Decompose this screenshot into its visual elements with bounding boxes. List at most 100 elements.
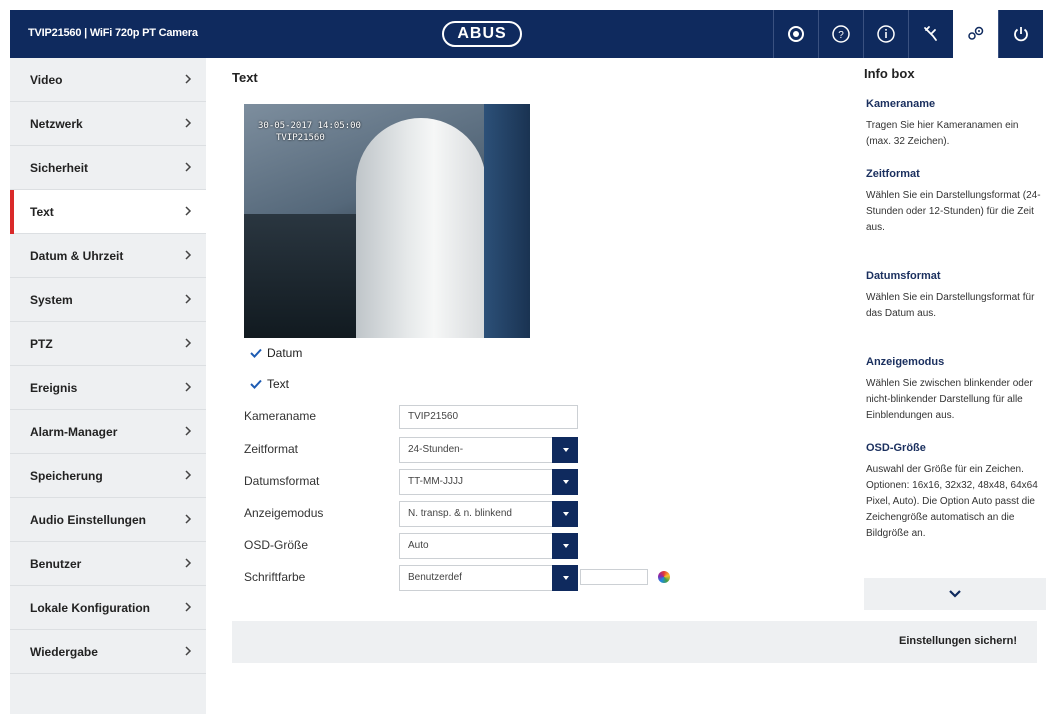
sidebar-item-lokale-konfiguration[interactable]: Lokale Konfiguration	[10, 586, 206, 630]
chevron-right-icon	[185, 294, 192, 304]
sidebar-item-speicherung[interactable]: Speicherung	[10, 454, 206, 498]
datumsformat-select[interactable]: TT-MM-JJJJ	[399, 469, 578, 495]
sidebar-item-audio-einstellungen[interactable]: Audio Einstellungen	[10, 498, 206, 542]
tools-icon[interactable]	[908, 10, 953, 58]
sidebar-item-label: Video	[30, 72, 63, 87]
help-icon[interactable]: ?	[818, 10, 863, 58]
sidebar-item-label: Ereignis	[30, 380, 78, 395]
text-checkbox-label: Text	[267, 377, 290, 391]
info-section-zeitformat: Zeitformat Wählen Sie ein Darstellungsfo…	[866, 168, 1046, 236]
sidebar-item-ereignis[interactable]: Ereignis	[10, 366, 206, 410]
osd-overlay: 30-05-2017 14:05:00 TVIP21560	[258, 120, 361, 144]
checkmark-icon	[250, 348, 262, 358]
sidebar-item-sicherheit[interactable]: Sicherheit	[10, 146, 206, 190]
info-section-heading: Anzeigemodus	[866, 356, 945, 368]
sidebar-item-label: Sicherheit	[30, 160, 89, 175]
save-settings-button[interactable]: Einstellungen sichern!	[899, 635, 1017, 647]
dropdown-arrow-icon[interactable]	[552, 533, 578, 559]
sidebar-item-label: Audio Einstellungen	[30, 512, 146, 527]
info-section-heading: Kameraname	[866, 98, 936, 110]
chevron-down-icon	[949, 590, 961, 598]
settings-gears-icon[interactable]	[953, 10, 998, 58]
sidebar-item-netzwerk[interactable]: Netzwerk	[10, 102, 206, 146]
header-toolbar: ?	[773, 10, 1043, 58]
sidebar-item-video[interactable]: Video	[10, 58, 206, 102]
preview-camera-dome	[356, 118, 486, 338]
sidebar-item-label: Speicherung	[30, 468, 103, 483]
chevron-right-icon	[185, 118, 192, 128]
sidebar-item-label: Alarm-Manager	[30, 424, 118, 439]
osd-date: 30-05-2017 14:05:00	[258, 121, 361, 131]
anzeigemodus-select[interactable]: N. transp. & n. blinkend	[399, 501, 578, 527]
schriftfarbe-select[interactable]: Benutzerdef	[399, 565, 578, 591]
info-section-heading: Zeitformat	[866, 168, 920, 180]
sidebar-item-ptz[interactable]: PTZ	[10, 322, 206, 366]
info-section-text: Auswahl der Größe für ein Zeichen. Optio…	[866, 464, 1038, 539]
info-section-heading: Datumsformat	[866, 270, 941, 282]
sidebar-item-wiedergabe[interactable]: Wiedergabe	[10, 630, 206, 674]
kameraname-input[interactable]: TVIP21560	[399, 405, 578, 429]
sidebar-item-text[interactable]: Text	[10, 190, 206, 234]
datumsformat-label: Datumsformat	[244, 474, 320, 488]
sidebar-item-label: Netzwerk	[30, 116, 83, 131]
anzeigemodus-label: Anzeigemodus	[244, 506, 324, 520]
dropdown-arrow-icon[interactable]	[552, 565, 578, 591]
abus-logo: ABUS	[442, 21, 522, 47]
kameraname-label: Kameraname	[244, 409, 317, 423]
color-picker-icon[interactable]	[658, 571, 670, 583]
page-title: Text	[232, 70, 258, 85]
chevron-right-icon	[185, 162, 192, 172]
preview-floor	[244, 214, 364, 338]
sidebar-item-label: System	[30, 292, 73, 307]
osd-name: TVIP21560	[276, 133, 325, 143]
dropdown-arrow-icon[interactable]	[552, 469, 578, 495]
settings-sidebar: Video Netzwerk Sicherheit Text Datum & U…	[10, 58, 206, 714]
info-section-text: Wählen Sie ein Darstellungsformat für da…	[866, 292, 1035, 319]
sidebar-item-benutzer[interactable]: Benutzer	[10, 542, 206, 586]
sidebar-item-label: Datum & Uhrzeit	[30, 248, 124, 263]
sidebar-item-label: PTZ	[30, 336, 53, 351]
camera-lens-icon[interactable]	[773, 10, 818, 58]
chevron-right-icon	[185, 470, 192, 480]
top-header: TVIP21560 | WiFi 720p PT Camera ABUS ?	[10, 10, 1043, 58]
info-section-anzeigemodus: Anzeigemodus Wählen Sie zwischen blinken…	[866, 356, 1046, 424]
schriftfarbe-value: Benutzerdef	[408, 572, 462, 583]
sidebar-item-label: Text	[30, 204, 54, 219]
chevron-right-icon	[185, 558, 192, 568]
info-section-text: Wählen Sie ein Darstellungsformat (24-St…	[866, 190, 1041, 233]
dropdown-arrow-icon[interactable]	[552, 501, 578, 527]
preview-pole	[484, 104, 530, 338]
zeitformat-select[interactable]: 24-Stunden-	[399, 437, 578, 463]
chevron-right-icon	[185, 426, 192, 436]
info-icon[interactable]	[863, 10, 908, 58]
chevron-right-icon	[185, 206, 192, 216]
sidebar-item-alarm-manager[interactable]: Alarm-Manager	[10, 410, 206, 454]
osd-groesse-label: OSD-Größe	[244, 538, 309, 552]
color-preview-input[interactable]	[580, 569, 648, 585]
chevron-right-icon	[185, 338, 192, 348]
info-box-title: Info box	[864, 66, 915, 81]
chevron-right-icon	[185, 602, 192, 612]
svg-text:?: ?	[838, 30, 844, 41]
chevron-right-icon	[185, 646, 192, 656]
info-section-osd-groesse: OSD-Größe Auswahl der Größe für ein Zeic…	[866, 442, 1046, 542]
zeitformat-value: 24-Stunden-	[408, 444, 464, 455]
sidebar-item-datum-uhrzeit[interactable]: Datum & Uhrzeit	[10, 234, 206, 278]
info-section-datumsformat: Datumsformat Wählen Sie ein Darstellungs…	[866, 270, 1046, 322]
schriftfarbe-label: Schriftfarbe	[244, 570, 306, 584]
info-box-expand-button[interactable]	[864, 578, 1046, 610]
info-section-text: Wählen Sie zwischen blinkender oder nich…	[866, 378, 1033, 421]
chevron-right-icon	[185, 382, 192, 392]
sidebar-item-system[interactable]: System	[10, 278, 206, 322]
osd-groesse-select[interactable]: Auto	[399, 533, 578, 559]
datum-checkbox-label: Datum	[267, 346, 303, 360]
checkmark-icon	[250, 379, 262, 389]
dropdown-arrow-icon[interactable]	[552, 437, 578, 463]
camera-preview: 30-05-2017 14:05:00 TVIP21560	[244, 104, 530, 338]
info-section-text: Tragen Sie hier Kameranamen ein (max. 32…	[866, 120, 1019, 147]
anzeigemodus-value: N. transp. & n. blinkend	[408, 508, 512, 519]
text-checkbox[interactable]: Text	[250, 377, 289, 391]
save-bar: Einstellungen sichern!	[232, 621, 1037, 663]
datum-checkbox[interactable]: Datum	[250, 346, 302, 360]
power-icon[interactable]	[998, 10, 1043, 58]
